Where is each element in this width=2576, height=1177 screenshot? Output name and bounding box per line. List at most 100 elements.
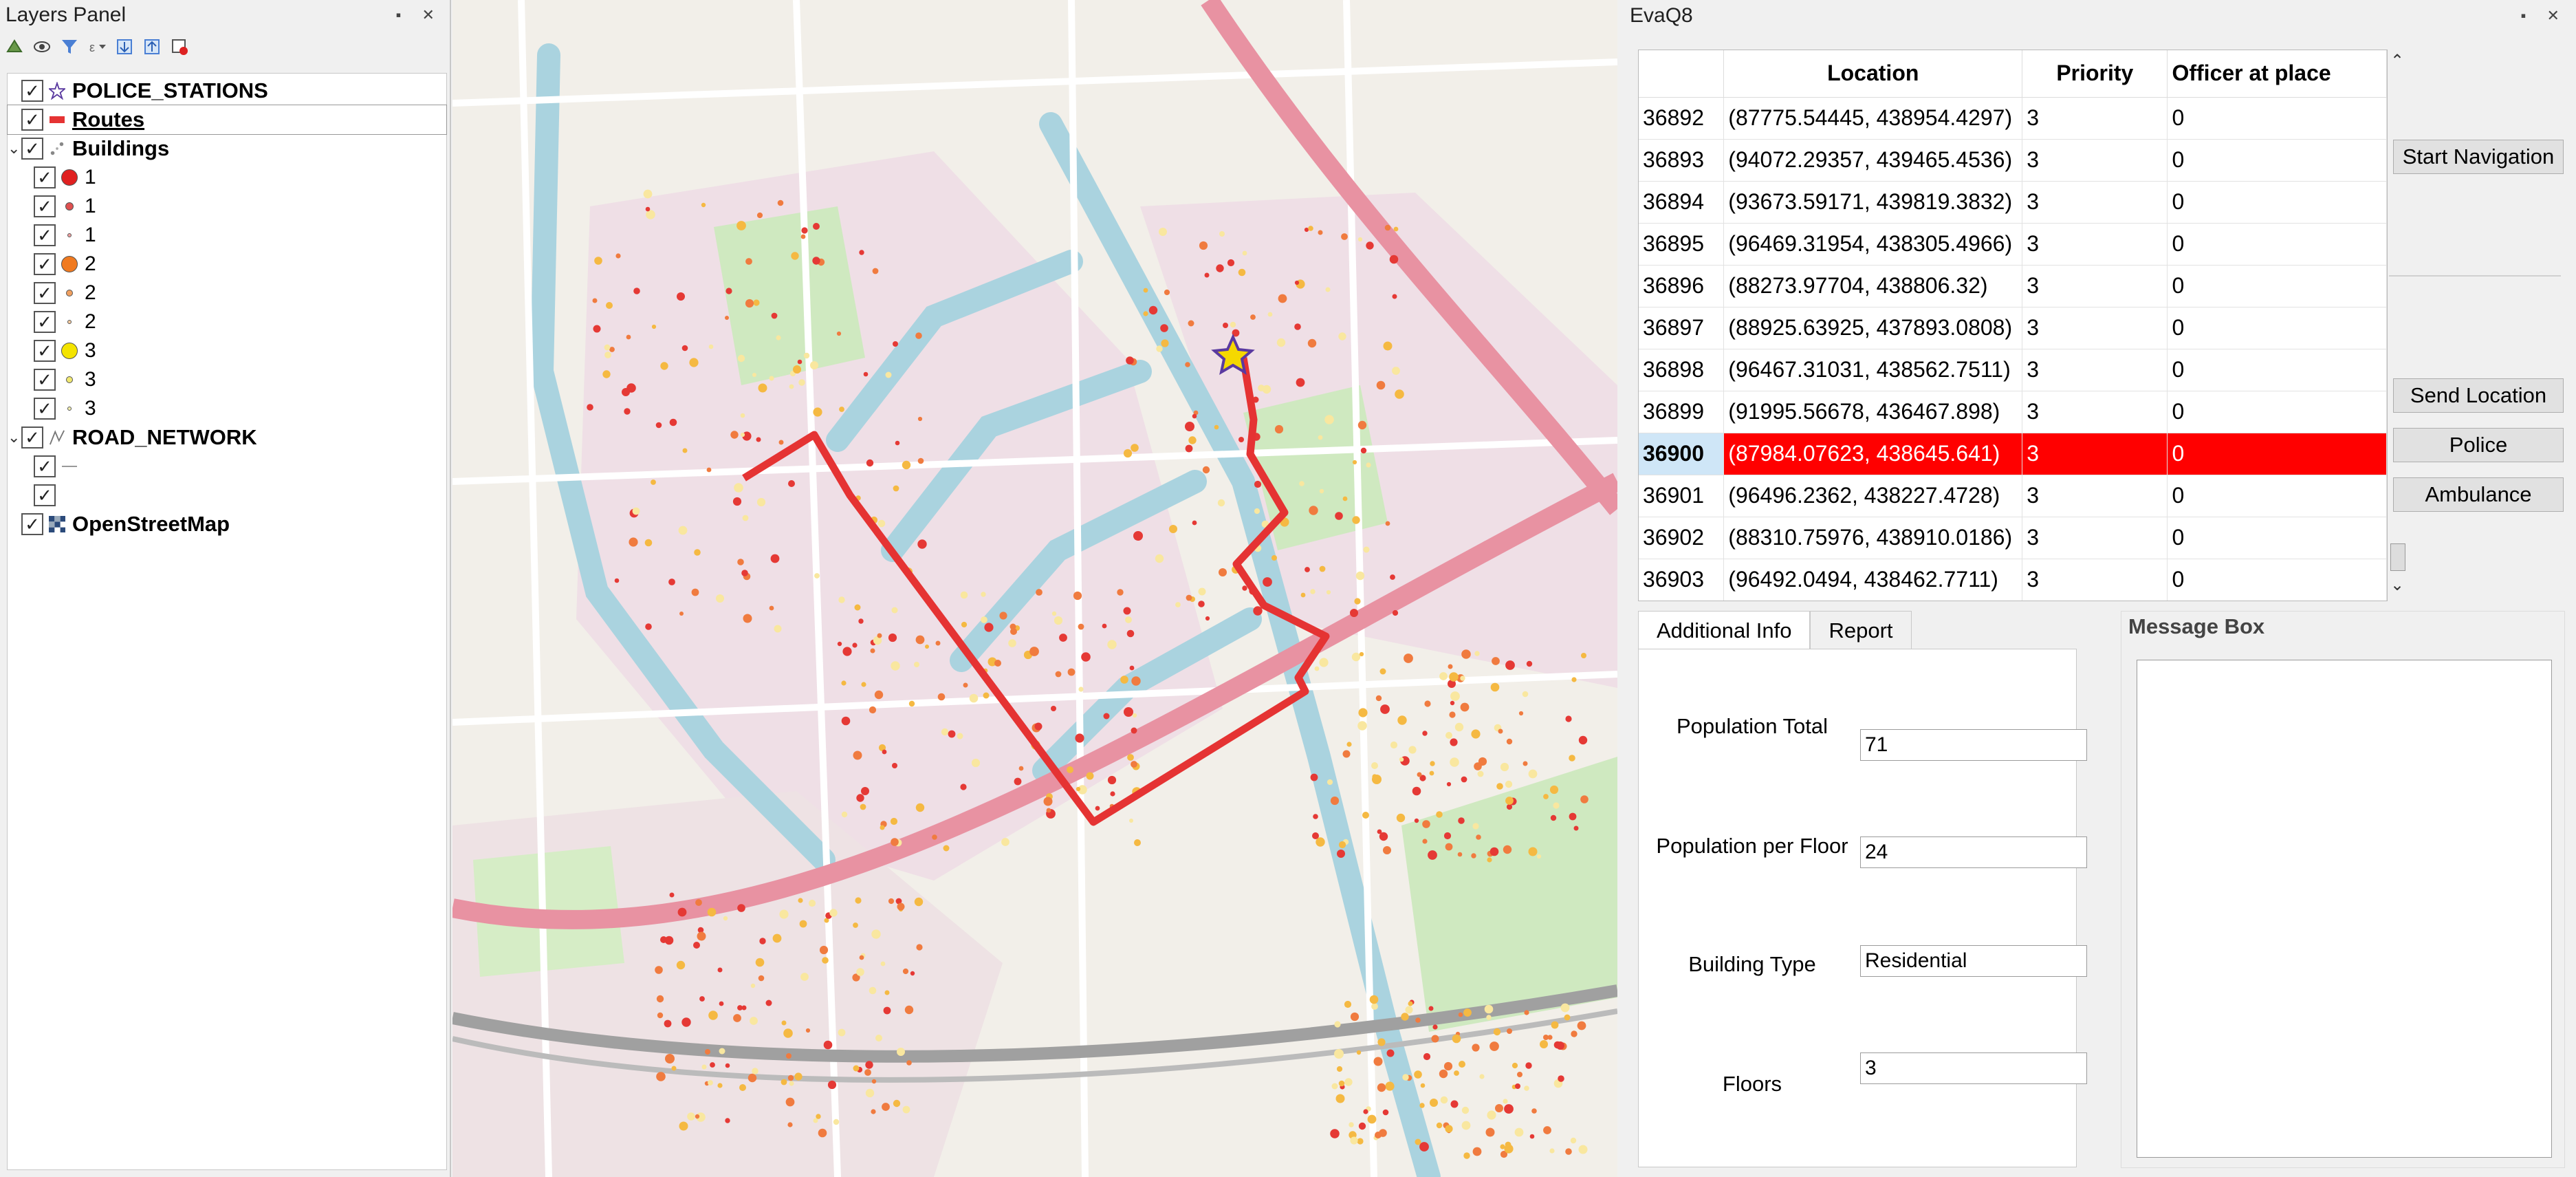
cell-location[interactable]: (94072.29357, 439465.4536) [1723,139,2023,182]
building-point[interactable] [789,1081,794,1086]
building-point[interactable] [1461,649,1471,659]
building-point[interactable] [708,1080,713,1086]
building-point[interactable] [1459,1061,1465,1068]
building-point[interactable] [883,1006,891,1015]
building-point[interactable] [788,480,795,487]
road-network-class[interactable]: ✓ [8,481,446,510]
building-point[interactable] [875,1035,882,1041]
building-point[interactable] [1334,1049,1344,1059]
building-point[interactable] [892,763,897,768]
building-point[interactable] [1432,1024,1438,1030]
cell-officer[interactable]: 0 [2167,265,2387,307]
buildings-class-item[interactable]: ✓ 2 [8,307,446,336]
building-point[interactable] [1474,762,1482,770]
building-point[interactable] [1102,623,1107,629]
building-point[interactable] [770,554,780,563]
building-point[interactable] [1383,341,1393,351]
cell-officer[interactable]: 0 [2167,307,2387,349]
building-point[interactable] [1192,413,1197,419]
building-point[interactable] [810,361,818,369]
building-point[interactable] [865,1061,873,1069]
building-point[interactable] [592,298,598,303]
building-point[interactable] [734,483,743,493]
building-point[interactable] [1578,1145,1588,1154]
building-point[interactable] [1496,783,1503,790]
building-point[interactable] [1472,1147,1482,1156]
building-point[interactable] [1160,324,1168,332]
building-point[interactable] [1377,829,1382,834]
table-row[interactable]: 36898 (96467.31031, 438562.7511) 3 0 [1639,349,2387,391]
building-point[interactable] [1564,1014,1571,1021]
building-point[interactable] [1263,577,1272,587]
cell-location[interactable]: (96467.31031, 438562.7511) [1723,349,2023,391]
building-point[interactable] [705,1049,710,1055]
building-point[interactable] [1506,738,1513,745]
building-point[interactable] [1254,480,1262,488]
building-point[interactable] [1556,1041,1564,1050]
building-point[interactable] [1051,706,1056,711]
building-point[interactable] [1461,776,1467,783]
map-canvas[interactable] [452,0,1617,1177]
cell-id[interactable]: 36901 [1639,475,1725,517]
building-point[interactable] [915,332,922,339]
layer-checkbox[interactable]: ✓ [34,484,56,506]
building-point[interactable] [1486,1015,1492,1020]
building-point[interactable] [752,373,756,377]
building-point[interactable] [777,199,784,206]
building-point[interactable] [656,1072,666,1081]
building-point[interactable] [1125,616,1132,623]
building-point[interactable] [957,733,963,739]
building-point[interactable] [1198,587,1206,596]
layer-checkbox[interactable]: ✓ [21,109,43,131]
building-point[interactable] [1477,770,1484,777]
building-point[interactable] [1506,803,1513,810]
building-point[interactable] [853,1065,860,1072]
cell-id[interactable]: 36892 [1639,97,1725,140]
building-point[interactable] [1350,1136,1358,1145]
building-point[interactable] [906,1060,912,1066]
building-point[interactable] [725,1118,730,1123]
building-point[interactable] [1117,589,1124,596]
building-point[interactable] [723,916,728,921]
building-point[interactable] [1531,1108,1537,1114]
building-point[interactable] [1358,708,1368,717]
building-point[interactable] [1408,1001,1413,1006]
table-row[interactable]: 36893 (94072.29357, 439465.4536) 3 0 [1639,139,2387,182]
building-point[interactable] [1449,711,1456,718]
building-point[interactable] [644,539,653,547]
building-point[interactable] [1525,1062,1532,1069]
building-point[interactable] [1330,796,1340,806]
cell-location[interactable]: (96496.2362, 438227.4728) [1723,475,2023,517]
building-point[interactable] [1371,1003,1378,1010]
building-point[interactable] [772,933,782,943]
building-point[interactable] [1014,777,1022,786]
buildings-class-item[interactable]: ✓ 3 [8,336,446,365]
building-point[interactable] [1335,512,1343,520]
layer-checkbox[interactable]: ✓ [34,340,56,362]
scrollbar-thumb[interactable] [2390,543,2405,571]
building-point[interactable] [1454,1070,1459,1076]
building-point[interactable] [1517,1072,1522,1077]
building-point[interactable] [1242,585,1247,591]
building-point[interactable] [812,257,820,265]
building-point[interactable] [1192,520,1197,526]
building-type-field[interactable]: Residential [1860,945,2087,977]
building-point[interactable] [1185,422,1194,431]
building-point[interactable] [651,479,656,485]
building-point[interactable] [1505,660,1515,670]
building-point[interactable] [699,996,705,1002]
building-point[interactable] [961,621,968,628]
building-point[interactable] [1487,1110,1496,1120]
building-point[interactable] [902,460,911,470]
remove-layer-icon[interactable] [171,38,188,56]
building-point[interactable] [785,1097,795,1107]
building-point[interactable] [833,1119,840,1125]
building-point[interactable] [1175,602,1181,607]
building-point[interactable] [1331,1083,1338,1090]
building-point[interactable] [1362,812,1369,819]
building-point[interactable] [1354,598,1361,605]
building-point[interactable] [1463,1008,1472,1017]
building-point[interactable] [657,1012,664,1019]
building-point[interactable] [743,614,752,623]
building-point[interactable] [594,257,602,265]
